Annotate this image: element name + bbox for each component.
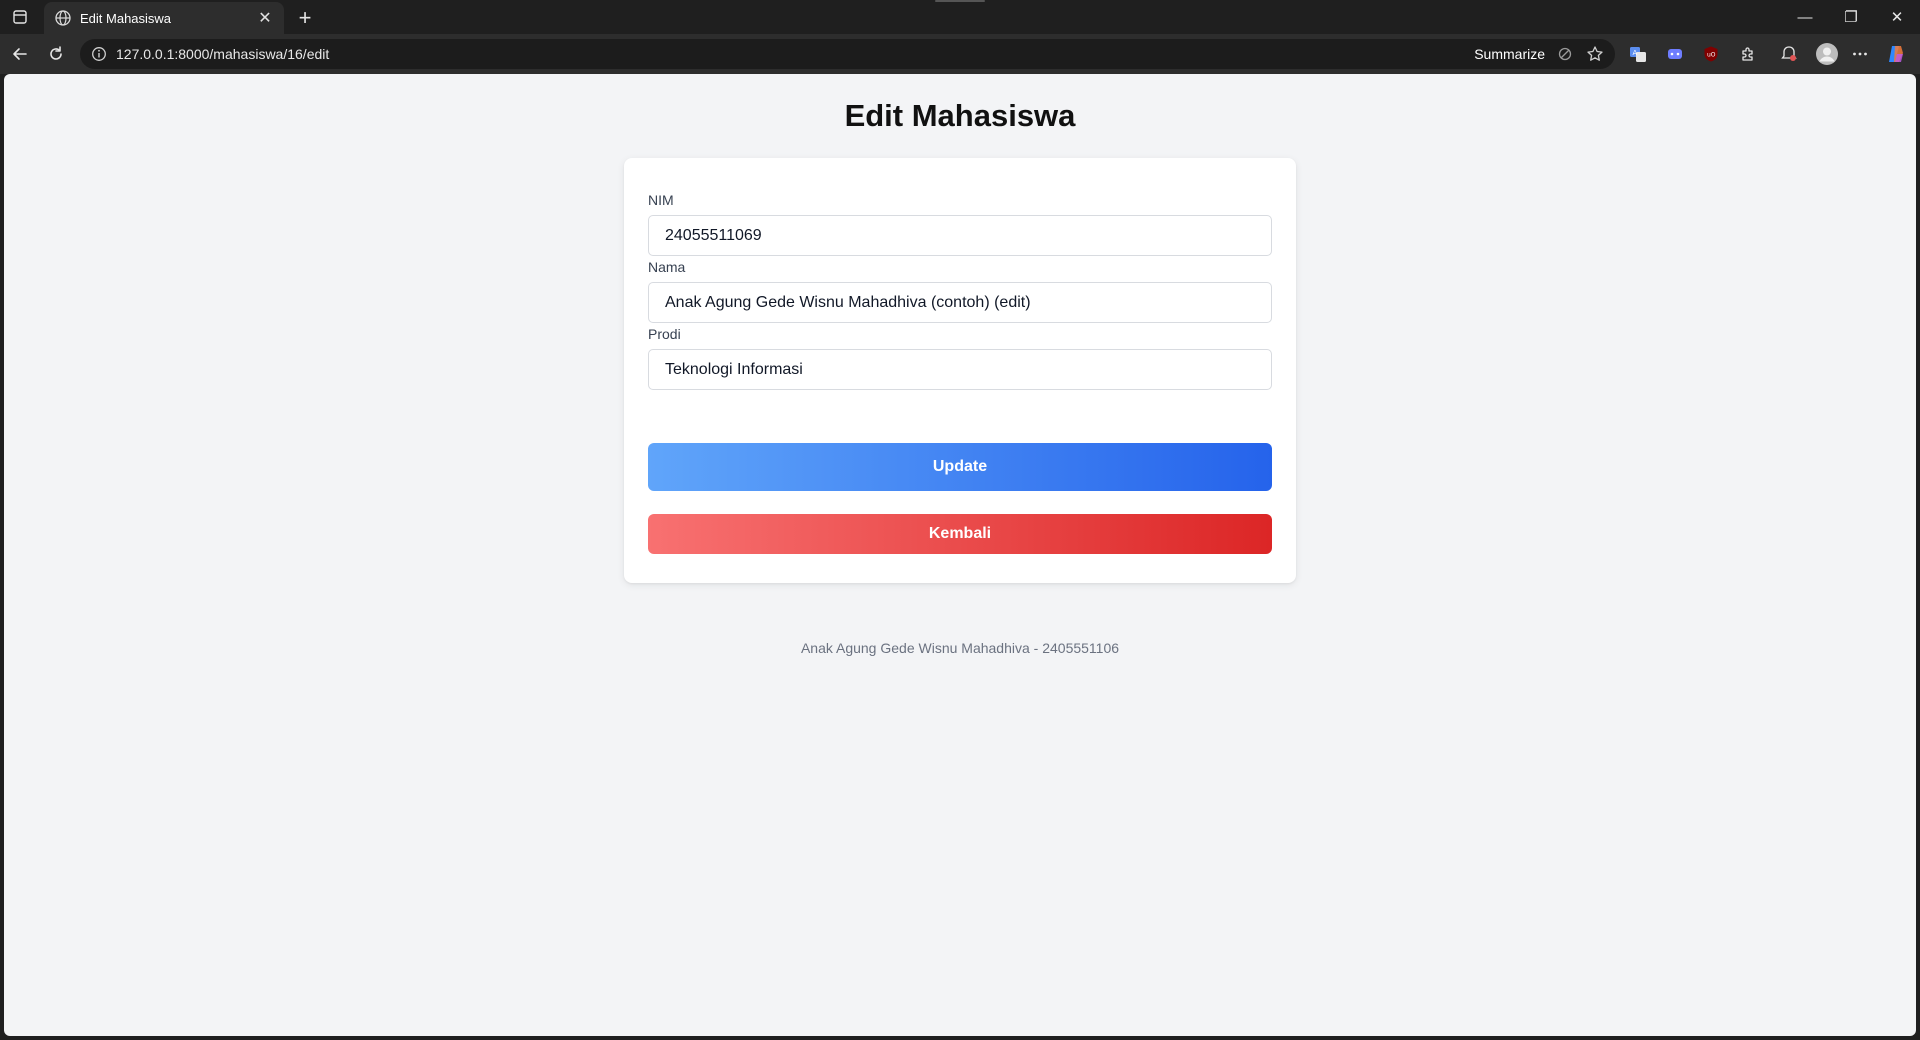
tab-actions-icon[interactable] bbox=[8, 7, 32, 27]
site-info-icon[interactable] bbox=[90, 45, 108, 63]
browser-essentials-icon[interactable] bbox=[1778, 43, 1800, 65]
nama-label: Nama bbox=[648, 259, 686, 275]
url-text[interactable]: 127.0.0.1:8000/mahasiswa/16/edit bbox=[116, 46, 1474, 62]
browser-tab[interactable]: Edit Mahasiswa ✕ bbox=[44, 2, 284, 34]
nim-input[interactable] bbox=[648, 215, 1272, 256]
prodi-input[interactable] bbox=[648, 349, 1272, 390]
title-drag-handle bbox=[935, 0, 985, 2]
more-options-icon[interactable] bbox=[1849, 43, 1871, 65]
restore-button[interactable]: ❐ bbox=[1838, 6, 1864, 28]
favorite-star-icon[interactable] bbox=[1585, 44, 1605, 64]
nama-input[interactable] bbox=[648, 282, 1272, 323]
edit-form-card: NIM Nama Prodi Update Kembali bbox=[624, 158, 1296, 583]
extension-game-icon[interactable] bbox=[1664, 43, 1686, 65]
ublock-origin-icon[interactable]: uO bbox=[1700, 43, 1722, 65]
window-close-button[interactable]: ✕ bbox=[1884, 6, 1910, 28]
footer-credit: Anak Agung Gede Wisnu Mahadhiva - 240555… bbox=[800, 640, 1120, 656]
page-viewport: Edit Mahasiswa NIM Nama Prodi Update Kem… bbox=[4, 74, 1916, 1036]
copilot-icon[interactable] bbox=[1885, 43, 1907, 65]
extensions-puzzle-icon[interactable] bbox=[1737, 43, 1759, 65]
svg-text:uO: uO bbox=[1707, 52, 1716, 59]
svg-text:A: A bbox=[1633, 49, 1638, 57]
address-bar[interactable]: 127.0.0.1:8000/mahasiswa/16/edit Summari… bbox=[80, 39, 1615, 69]
tab-close-icon[interactable]: ✕ bbox=[256, 9, 274, 27]
minimize-button[interactable]: — bbox=[1792, 6, 1818, 28]
tab-title: Edit Mahasiswa bbox=[80, 10, 172, 26]
profile-avatar[interactable] bbox=[1813, 40, 1841, 68]
translate-icon[interactable]: A bbox=[1627, 43, 1649, 65]
new-tab-button[interactable]: + bbox=[292, 5, 318, 31]
update-button[interactable]: Update bbox=[648, 443, 1272, 491]
browser-titlebar: Edit Mahasiswa ✕ + — ❐ ✕ bbox=[0, 0, 1920, 34]
back-button[interactable]: Kembali bbox=[648, 514, 1272, 554]
page-title: Edit Mahasiswa bbox=[844, 98, 1076, 133]
nim-label: NIM bbox=[648, 192, 674, 208]
summarize-button[interactable]: Summarize bbox=[1474, 46, 1545, 62]
browser-toolbar: 127.0.0.1:8000/mahasiswa/16/edit Summari… bbox=[0, 34, 1920, 74]
reload-icon[interactable] bbox=[42, 41, 70, 67]
back-arrow-icon[interactable] bbox=[6, 41, 34, 67]
prodi-label: Prodi bbox=[648, 326, 681, 342]
globe-icon bbox=[54, 9, 72, 27]
no-tracking-icon[interactable] bbox=[1555, 44, 1575, 64]
